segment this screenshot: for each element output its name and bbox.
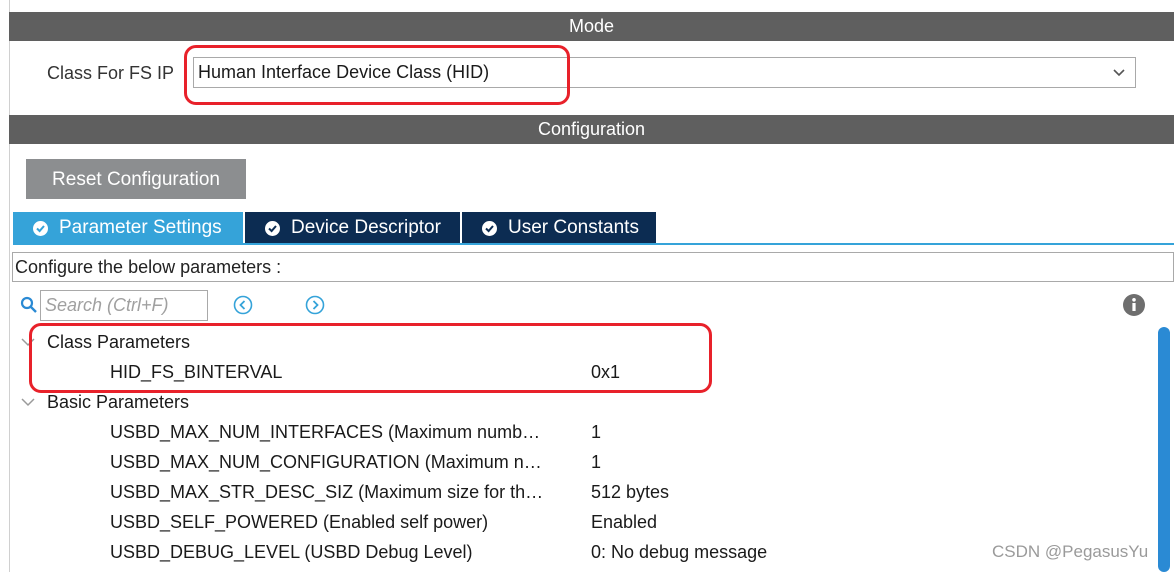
group-basic-parameters[interactable]: Basic Parameters (47, 387, 189, 417)
search-icon[interactable] (20, 296, 38, 314)
param-name[interactable]: USBD_MAX_STR_DESC_SIZ (Maximum size for … (110, 477, 580, 507)
tab-label: Device Descriptor (291, 217, 441, 238)
check-circle-icon (33, 221, 48, 236)
highlight-ring-class-select (184, 45, 570, 105)
param-value[interactable]: Enabled (591, 507, 657, 537)
window-left-edge (0, 0, 10, 572)
mode-section-title: Mode (568, 16, 615, 36)
configuration-section-header: Configuration (9, 115, 1174, 144)
search-input[interactable]: Search (Ctrl+F) (40, 290, 208, 321)
configure-info-text: Configure the below parameters : (12, 252, 1174, 282)
highlight-ring-class-parameters (29, 323, 712, 393)
param-name[interactable]: USBD_DEBUG_LEVEL (USBD Debug Level) (110, 537, 580, 567)
param-value[interactable]: 1 (591, 417, 601, 447)
next-match-icon[interactable] (305, 295, 325, 315)
reset-configuration-button[interactable]: Reset Configuration (26, 159, 246, 199)
tab-device-descriptor[interactable]: Device Descriptor (245, 212, 460, 244)
param-value[interactable]: 512 bytes (591, 477, 669, 507)
tab-user-constants[interactable]: User Constants (462, 212, 656, 244)
mode-section-header: Mode (9, 12, 1174, 41)
vertical-scrollbar[interactable] (1158, 327, 1170, 572)
tab-label: User Constants (508, 217, 639, 238)
configuration-section-title: Configuration (537, 119, 646, 139)
check-circle-icon (482, 221, 497, 236)
tab-underline (13, 243, 1174, 245)
param-value[interactable]: 1 (591, 447, 601, 477)
param-name[interactable]: USBD_MAX_NUM_CONFIGURATION (Maximum n… (110, 447, 580, 477)
class-for-fs-ip-label: Class For FS IP (47, 63, 175, 83)
tab-label: Parameter Settings (59, 217, 222, 238)
param-value[interactable]: 0: No debug message (591, 537, 767, 567)
param-name[interactable]: USBD_MAX_NUM_INTERFACES (Maximum numb… (110, 417, 580, 447)
previous-match-icon[interactable] (233, 295, 253, 315)
chevron-down-icon[interactable] (21, 397, 35, 407)
check-circle-icon (265, 221, 280, 236)
tab-parameter-settings[interactable]: Parameter Settings (13, 212, 243, 244)
chevron-down-icon (1113, 69, 1125, 77)
csdn-watermark: CSDN @PegasusYu (992, 542, 1149, 561)
param-name[interactable]: USBD_SELF_POWERED (Enabled self power) (110, 507, 580, 537)
info-icon[interactable] (1122, 293, 1146, 317)
